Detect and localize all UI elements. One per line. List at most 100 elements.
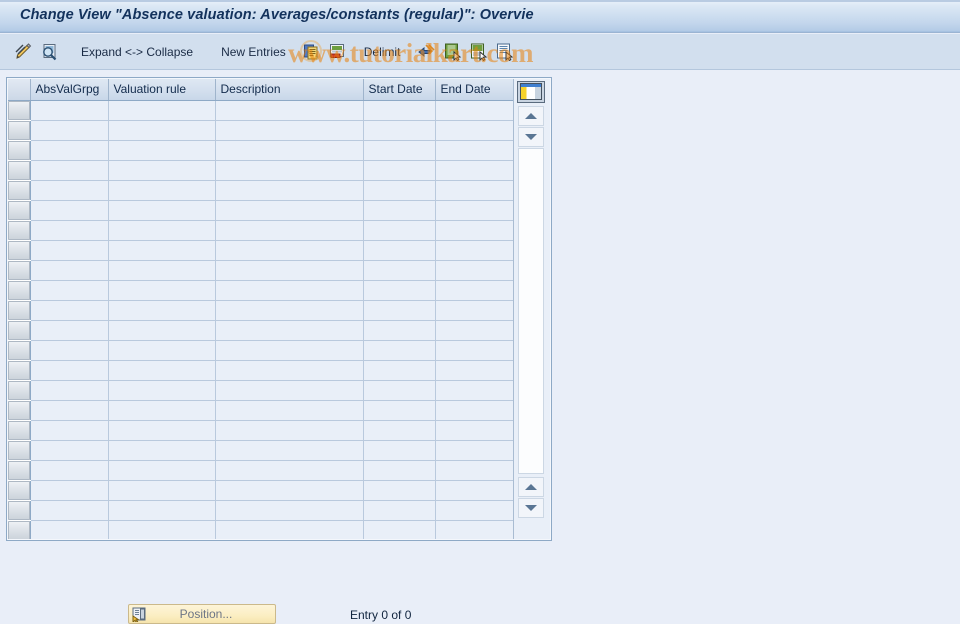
cell-description[interactable]	[215, 460, 364, 481]
cell-description[interactable]	[215, 340, 364, 361]
row-select-button[interactable]	[8, 280, 31, 301]
cell-end_date[interactable]	[435, 480, 513, 501]
cell-start_date[interactable]	[363, 180, 436, 201]
cell-start_date[interactable]	[363, 140, 436, 161]
cell-end_date[interactable]	[435, 140, 513, 161]
cell-start_date[interactable]	[363, 240, 436, 261]
row-select-button[interactable]	[8, 300, 31, 321]
row-select-button[interactable]	[8, 140, 31, 161]
table-row[interactable]	[8, 380, 513, 401]
cell-absvalgrpg[interactable]	[30, 440, 109, 461]
cell-absvalgrpg[interactable]	[30, 300, 109, 321]
cell-valuation_rule[interactable]	[108, 420, 216, 441]
cell-start_date[interactable]	[363, 200, 436, 221]
cell-valuation_rule[interactable]	[108, 220, 216, 241]
cell-end_date[interactable]	[435, 220, 513, 241]
table-row[interactable]	[8, 140, 513, 161]
table-row[interactable]	[8, 340, 513, 361]
table-row[interactable]	[8, 440, 513, 461]
scrollbar-track[interactable]	[518, 148, 544, 474]
cell-valuation_rule[interactable]	[108, 180, 216, 201]
cell-absvalgrpg[interactable]	[30, 140, 109, 161]
column-header-end-date[interactable]: End Date	[435, 79, 513, 101]
cell-absvalgrpg[interactable]	[30, 320, 109, 341]
row-select-button[interactable]	[8, 480, 31, 501]
cell-valuation_rule[interactable]	[108, 520, 216, 539]
row-select-button[interactable]	[8, 240, 31, 261]
cell-start_date[interactable]	[363, 260, 436, 281]
cell-start_date[interactable]	[363, 420, 436, 441]
row-select-button[interactable]	[8, 100, 31, 121]
row-select-button[interactable]	[8, 500, 31, 521]
cell-absvalgrpg[interactable]	[30, 420, 109, 441]
table-row[interactable]	[8, 240, 513, 261]
table-row[interactable]	[8, 500, 513, 521]
cell-valuation_rule[interactable]	[108, 460, 216, 481]
cell-valuation_rule[interactable]	[108, 240, 216, 261]
cell-start_date[interactable]	[363, 300, 436, 321]
table-row[interactable]	[8, 420, 513, 441]
cell-valuation_rule[interactable]	[108, 200, 216, 221]
row-select-button[interactable]	[8, 320, 31, 341]
pencil-edit-icon[interactable]	[10, 39, 36, 65]
cell-end_date[interactable]	[435, 520, 513, 539]
row-select-button[interactable]	[8, 200, 31, 221]
cell-absvalgrpg[interactable]	[30, 400, 109, 421]
cell-absvalgrpg[interactable]	[30, 160, 109, 181]
cell-description[interactable]	[215, 140, 364, 161]
table-row[interactable]	[8, 120, 513, 141]
cell-absvalgrpg[interactable]	[30, 280, 109, 301]
row-select-button[interactable]	[8, 380, 31, 401]
select-all-entries-icon[interactable]	[439, 39, 465, 65]
cell-description[interactable]	[215, 200, 364, 221]
table-row[interactable]	[8, 100, 513, 121]
cell-description[interactable]	[215, 260, 364, 281]
scroll-down-button-top[interactable]	[518, 127, 544, 147]
cell-valuation_rule[interactable]	[108, 440, 216, 461]
cell-end_date[interactable]	[435, 200, 513, 221]
cell-description[interactable]	[215, 240, 364, 261]
cell-absvalgrpg[interactable]	[30, 340, 109, 361]
display-magnifier-icon[interactable]	[36, 39, 62, 65]
cell-end_date[interactable]	[435, 320, 513, 341]
column-header-description[interactable]: Description	[215, 79, 364, 101]
table-header-select-all[interactable]	[8, 79, 31, 101]
table-row[interactable]	[8, 300, 513, 321]
cell-description[interactable]	[215, 180, 364, 201]
table-row[interactable]	[8, 520, 513, 539]
table-row[interactable]	[8, 280, 513, 301]
cell-absvalgrpg[interactable]	[30, 360, 109, 381]
cell-description[interactable]	[215, 500, 364, 521]
row-select-button[interactable]	[8, 360, 31, 381]
cell-valuation_rule[interactable]	[108, 360, 216, 381]
table-row[interactable]	[8, 400, 513, 421]
cell-end_date[interactable]	[435, 160, 513, 181]
cell-valuation_rule[interactable]	[108, 320, 216, 341]
cell-description[interactable]	[215, 220, 364, 241]
cell-absvalgrpg[interactable]	[30, 480, 109, 501]
cell-description[interactable]	[215, 120, 364, 141]
cell-valuation_rule[interactable]	[108, 280, 216, 301]
cell-valuation_rule[interactable]	[108, 340, 216, 361]
table-row[interactable]	[8, 320, 513, 341]
cell-valuation_rule[interactable]	[108, 100, 216, 121]
cell-absvalgrpg[interactable]	[30, 500, 109, 521]
table-row[interactable]	[8, 360, 513, 381]
cell-absvalgrpg[interactable]	[30, 260, 109, 281]
table-settings-icon[interactable]	[517, 81, 545, 103]
cell-absvalgrpg[interactable]	[30, 220, 109, 241]
cell-start_date[interactable]	[363, 500, 436, 521]
table-row[interactable]	[8, 460, 513, 481]
expand-collapse-button[interactable]: Expand <-> Collapse	[72, 39, 202, 65]
position-button[interactable]: Position...	[128, 604, 276, 624]
cell-end_date[interactable]	[435, 360, 513, 381]
deselect-entries-icon[interactable]	[465, 39, 491, 65]
cell-end_date[interactable]	[435, 260, 513, 281]
cell-start_date[interactable]	[363, 280, 436, 301]
cell-description[interactable]	[215, 300, 364, 321]
cell-absvalgrpg[interactable]	[30, 460, 109, 481]
row-select-button[interactable]	[8, 120, 31, 141]
cell-start_date[interactable]	[363, 340, 436, 361]
cell-start_date[interactable]	[363, 160, 436, 181]
new-entries-button[interactable]: New Entries	[212, 39, 295, 65]
